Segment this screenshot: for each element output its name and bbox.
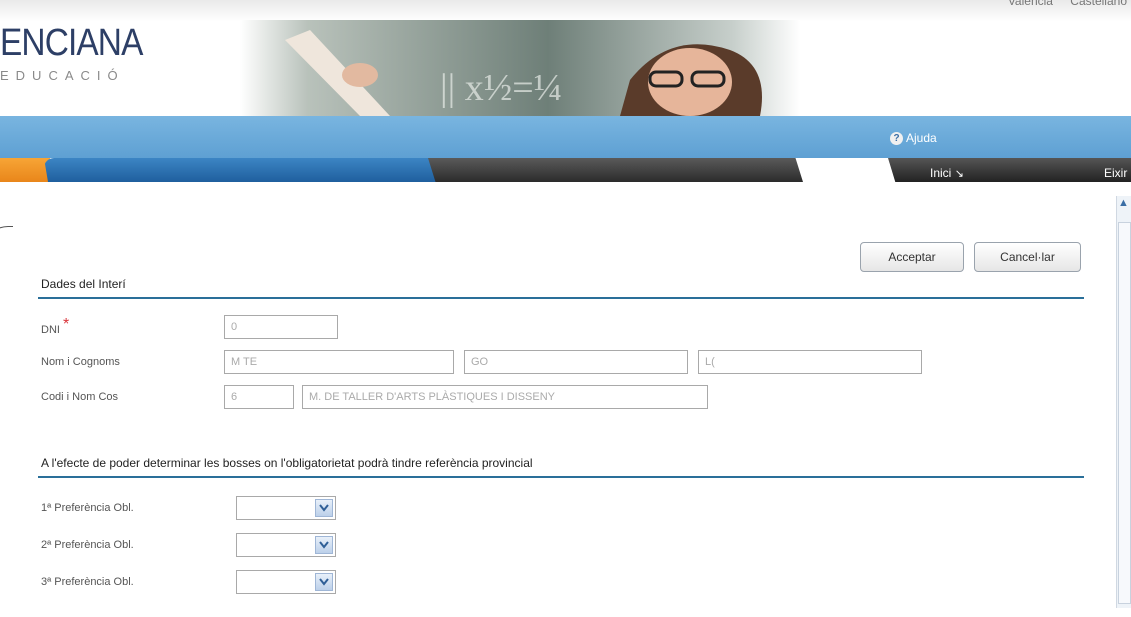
logo: ENCIANA EDUCACIÓ (0, 24, 162, 83)
chevron-down-icon[interactable] (315, 573, 333, 591)
preference-2-label: 2ª Preferència Obl. (41, 539, 134, 551)
cancel-button[interactable]: Cancel·lar (974, 242, 1081, 272)
code-field[interactable]: 6 (224, 385, 294, 409)
language-link-valencian[interactable]: Valencià (1008, 0, 1053, 8)
svg-text:|| x½=¼: || x½=¼ (440, 67, 562, 109)
content-frame-edge (0, 226, 13, 617)
name-field[interactable]: M TE (224, 350, 454, 374)
preference-3-select[interactable] (236, 570, 336, 594)
scrollbar-thumb[interactable] (1118, 222, 1131, 604)
help-label: Ajuda (906, 131, 937, 145)
nav-eixir-link[interactable]: Eixir (1104, 166, 1127, 180)
section-divider (38, 476, 1084, 478)
language-links: Valencià Castellano (994, 0, 1127, 8)
header-banner-image: || x½=¼ (240, 20, 800, 116)
logo-main-text: ENCIANA (0, 22, 143, 64)
cos-name-field[interactable]: M. DE TALLER D'ARTS PLÀSTIQUES I DISSENY (302, 385, 708, 409)
scroll-up-arrow-icon[interactable]: ▲ (1118, 197, 1129, 209)
preference-2-select[interactable] (236, 533, 336, 557)
preference-1-select[interactable] (236, 496, 336, 520)
preference-1-label: 1ª Preferència Obl. (41, 502, 134, 514)
header-blue-bar (0, 116, 1131, 158)
name-label: Nom i Cognoms (41, 356, 120, 368)
surname2-field[interactable]: L( (698, 350, 922, 374)
top-bar (0, 0, 1131, 22)
nav-tab-dark (428, 158, 803, 182)
nav-tab-orange (0, 158, 50, 182)
dni-field[interactable]: 0 (224, 315, 338, 339)
chevron-down-icon[interactable] (315, 536, 333, 554)
nav-inici-label: Inici (930, 166, 952, 180)
section-title-interi: Dades del Interí (41, 277, 126, 291)
language-link-spanish[interactable]: Castellano (1070, 0, 1127, 8)
surname1-field[interactable]: GO (464, 350, 688, 374)
help-link[interactable]: ? Ajuda (890, 131, 937, 145)
code-label: Codi i Nom Cos (41, 391, 119, 403)
accept-button[interactable]: Acceptar (860, 242, 964, 272)
required-asterisk-icon: * (63, 316, 70, 333)
nav-tab-blue (44, 158, 436, 182)
nav-inici-link[interactable]: Inici ↘ (930, 166, 964, 180)
nav-menu-bar (888, 158, 1131, 182)
dni-label: DNI (41, 324, 60, 336)
help-icon: ? (890, 131, 903, 145)
chevron-down-icon[interactable] (315, 499, 333, 517)
dni-label-row: DNI * (41, 316, 69, 338)
section-divider (38, 297, 1084, 299)
preference-3-label: 3ª Preferència Obl. (41, 576, 134, 588)
logo-sub-text: EDUCACIÓ (0, 68, 125, 83)
arrow-down-right-icon: ↘ (954, 168, 964, 180)
section-title-preferences: A l'efecte de poder determinar les bosse… (41, 456, 533, 470)
